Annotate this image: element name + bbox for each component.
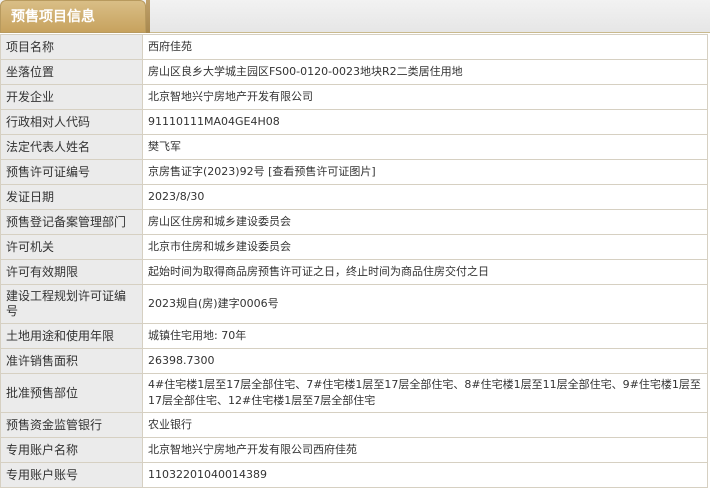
row-label: 许可机关 <box>0 234 143 260</box>
tab-presale-project-info[interactable]: 预售项目信息 <box>0 0 146 33</box>
row-value: 91110111MA04GE4H08 <box>142 109 708 135</box>
row-value: 城镇住宅用地: 70年 <box>142 323 708 349</box>
row-value: 房山区良乡大学城主园区FS00-0120-0023地块R2二类居住用地 <box>142 59 708 85</box>
tab-accent <box>146 0 150 33</box>
row-value: 2023/8/30 <box>142 184 708 210</box>
table-row: 预售许可证编号 京房售证字(2023)92号 [查看预售许可证图片] <box>0 159 708 185</box>
table-row: 土地用途和使用年限 城镇住宅用地: 70年 <box>0 323 708 349</box>
row-value: 农业银行 <box>142 412 708 438</box>
table-row: 建设工程规划许可证编号 2023规自(房)建字0006号 <box>0 284 708 324</box>
row-label: 预售许可证编号 <box>0 159 143 185</box>
row-value: 北京市住房和城乡建设委员会 <box>142 234 708 260</box>
row-label: 建设工程规划许可证编号 <box>0 284 143 324</box>
row-label: 项目名称 <box>0 34 143 60</box>
tab-bar: 预售项目信息 <box>0 0 710 33</box>
row-label: 开发企业 <box>0 84 143 110</box>
table-row: 专用账户名称 北京智地兴宁房地产开发有限公司西府佳苑 <box>0 437 708 463</box>
row-value: 房山区住房和城乡建设委员会 <box>142 209 708 235</box>
table-row: 坐落位置 房山区良乡大学城主园区FS00-0120-0023地块R2二类居住用地 <box>0 59 708 85</box>
row-label: 行政相对人代码 <box>0 109 143 135</box>
table-row: 许可有效期限 起始时间为取得商品房预售许可证之日，终止时间为商品住房交付之日 <box>0 259 708 285</box>
view-permit-image-link[interactable]: [查看预售许可证图片] <box>268 165 376 178</box>
permit-number: 京房售证字(2023)92号 <box>148 165 265 178</box>
row-value: 2023规自(房)建字0006号 <box>142 284 708 324</box>
row-label: 许可有效期限 <box>0 259 143 285</box>
row-label: 预售资金监管银行 <box>0 412 143 438</box>
table-row: 预售登记备案管理部门 房山区住房和城乡建设委员会 <box>0 209 708 235</box>
row-label: 准许销售面积 <box>0 348 143 374</box>
row-value: 北京智地兴宁房地产开发有限公司西府佳苑 <box>142 437 708 463</box>
table-row: 法定代表人姓名 樊飞军 <box>0 134 708 160</box>
table-row: 发证日期 2023/8/30 <box>0 184 708 210</box>
presale-info-table: 项目名称 西府佳苑 坐落位置 房山区良乡大学城主园区FS00-0120-0023… <box>0 34 708 488</box>
row-value: 樊飞军 <box>142 134 708 160</box>
row-label: 批准预售部位 <box>0 373 143 413</box>
row-value: 西府佳苑 <box>142 34 708 60</box>
row-label: 发证日期 <box>0 184 143 210</box>
row-value: 北京智地兴宁房地产开发有限公司 <box>142 84 708 110</box>
table-row: 批准预售部位 4#住宅楼1层至17层全部住宅、7#住宅楼1层至17层全部住宅、8… <box>0 373 708 413</box>
table-row: 开发企业 北京智地兴宁房地产开发有限公司 <box>0 84 708 110</box>
table-row: 许可机关 北京市住房和城乡建设委员会 <box>0 234 708 260</box>
row-label: 预售登记备案管理部门 <box>0 209 143 235</box>
row-value: 京房售证字(2023)92号 [查看预售许可证图片] <box>142 159 708 185</box>
row-label: 专用账户名称 <box>0 437 143 463</box>
row-value: 4#住宅楼1层至17层全部住宅、7#住宅楼1层至17层全部住宅、8#住宅楼1层至… <box>142 373 708 413</box>
row-label: 坐落位置 <box>0 59 143 85</box>
table-row: 专用账户账号 11032201040014389 <box>0 462 708 488</box>
row-value: 11032201040014389 <box>142 462 708 488</box>
row-label: 专用账户账号 <box>0 462 143 488</box>
row-label: 土地用途和使用年限 <box>0 323 143 349</box>
table-row: 行政相对人代码 91110111MA04GE4H08 <box>0 109 708 135</box>
table-row: 准许销售面积 26398.7300 <box>0 348 708 374</box>
table-row: 项目名称 西府佳苑 <box>0 34 708 60</box>
row-value: 起始时间为取得商品房预售许可证之日，终止时间为商品住房交付之日 <box>142 259 708 285</box>
row-value: 26398.7300 <box>142 348 708 374</box>
row-label: 法定代表人姓名 <box>0 134 143 160</box>
table-row: 预售资金监管银行 农业银行 <box>0 412 708 438</box>
